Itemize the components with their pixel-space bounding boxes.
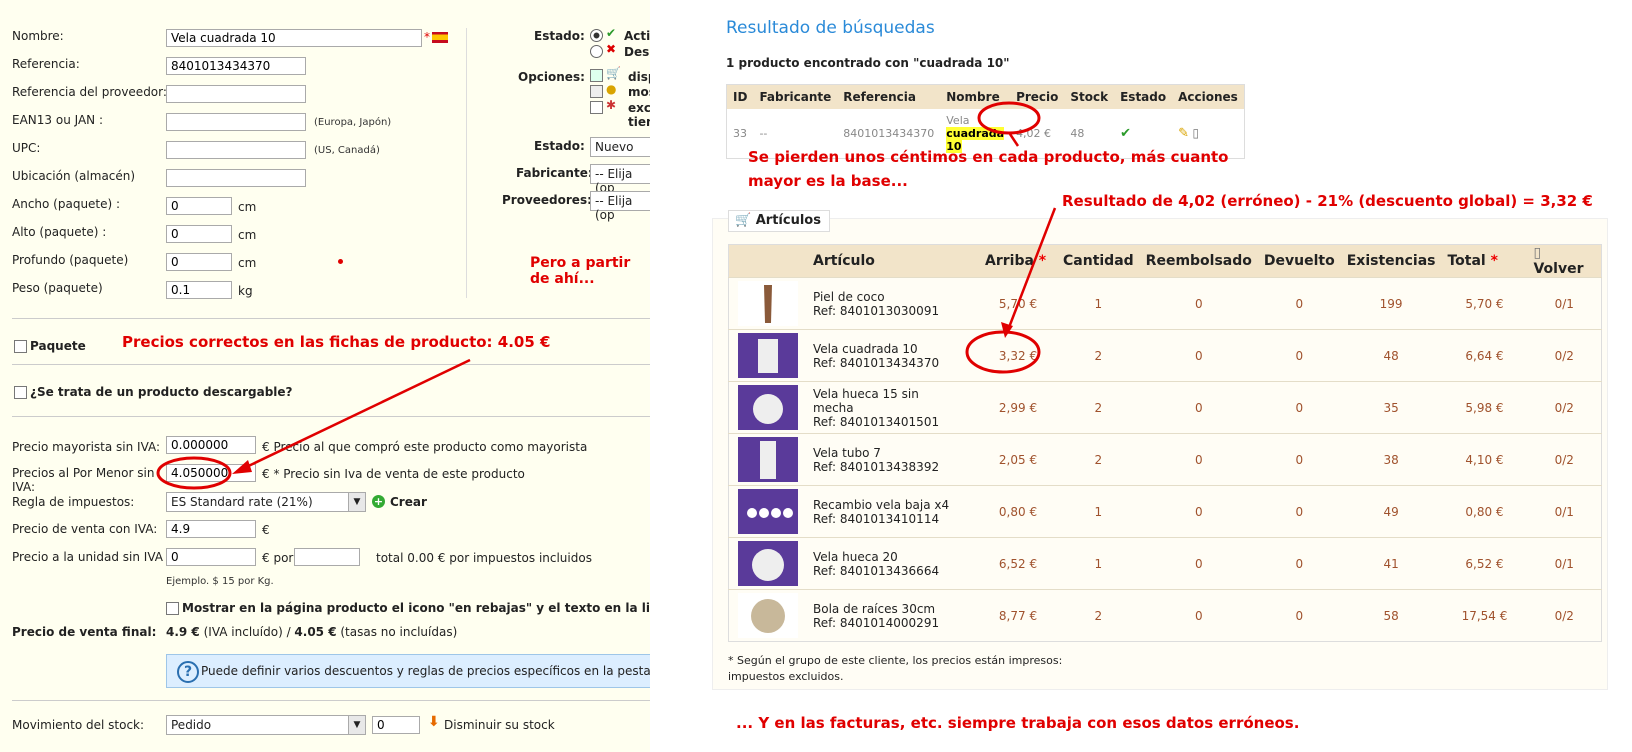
arrow-pierden-line [1008, 133, 1020, 147]
arrow-resultado-line [1006, 207, 1057, 331]
circle-precio-search [977, 101, 1041, 135]
arrow-correctos-head [232, 460, 252, 474]
arrow-correctos-line [239, 358, 471, 472]
circle-arriba [965, 330, 1041, 374]
annotation-overlay [156, 101, 1057, 490]
circle-precio-menor [156, 456, 232, 490]
